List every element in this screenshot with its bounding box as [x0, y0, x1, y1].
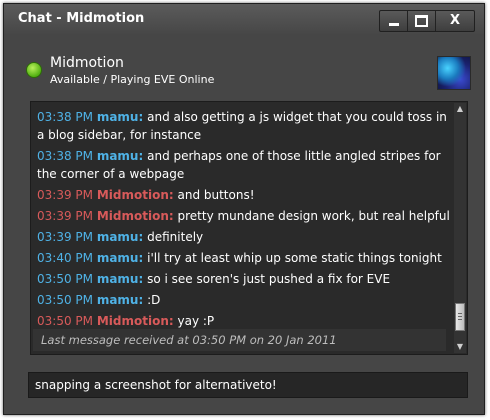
message-sender: mamu: [96, 272, 144, 286]
message-sender: mamu: [96, 251, 144, 265]
message-time: 03:50 PM [37, 314, 93, 328]
avatar[interactable] [437, 56, 471, 90]
online-status-icon [26, 62, 42, 78]
message-text: pretty mundane design work, but real hel… [177, 209, 450, 223]
message-time: 03:50 PM [37, 293, 93, 307]
message-text: yay :P [177, 314, 215, 328]
grip-line [458, 319, 462, 320]
chat-message: 03:39 PM mamu: definitely [37, 228, 453, 246]
chat-history[interactable]: 03:38 PM mamu: and also getting a js wid… [30, 101, 468, 355]
message-input[interactable]: snapping a screenshot for alternativeto! [28, 372, 468, 398]
scroll-down-icon[interactable]: ▼ [454, 341, 466, 353]
last-message-note: Last message received at 03:50 PM on 20 … [33, 329, 446, 351]
close-icon: X [449, 13, 461, 28]
minimize-icon [388, 23, 399, 26]
message-time: 03:38 PM [37, 149, 93, 163]
message-time: 03:39 PM [37, 230, 93, 244]
grip-line [458, 316, 462, 317]
message-sender: mamu: [96, 293, 144, 307]
chat-message: 03:50 PM mamu: :D [37, 291, 453, 309]
message-sender: Midmotion: [96, 188, 174, 202]
scroll-up-icon[interactable]: ▲ [454, 103, 466, 115]
message-text: :D [147, 293, 161, 307]
window-controls: X [379, 10, 475, 32]
message-sender: Midmotion: [96, 314, 174, 328]
chat-window: Chat - Midmotion X Midmotion Available /… [3, 3, 485, 415]
chat-message: 03:40 PM mamu: i'll try at least whip up… [37, 249, 453, 267]
message-list: 03:38 PM mamu: and also getting a js wid… [37, 108, 453, 333]
message-sender: mamu: [96, 230, 144, 244]
contact-status: Available / Playing EVE Online [50, 73, 215, 86]
chat-message: 03:50 PM Midmotion: yay :P [37, 312, 453, 330]
message-text: so i see soren's just pushed a fix for E… [147, 272, 391, 286]
window-title: Chat - Midmotion [18, 11, 145, 26]
chat-message: 03:50 PM mamu: so i see soren's just pus… [37, 270, 453, 288]
message-sender: mamu: [96, 110, 144, 124]
message-time: 03:38 PM [37, 110, 93, 124]
scroll-thumb[interactable] [455, 303, 465, 331]
message-time: 03:50 PM [37, 272, 93, 286]
message-text: and buttons! [177, 188, 255, 202]
chat-message: 03:39 PM Midmotion: pretty mundane desig… [37, 207, 453, 225]
message-sender: Midmotion: [96, 209, 174, 223]
maximize-button[interactable] [408, 11, 436, 31]
chat-message: 03:38 PM mamu: and also getting a js wid… [37, 108, 453, 144]
contact-name: Midmotion [50, 55, 124, 71]
message-text: i'll try at least whip up some static th… [147, 251, 442, 265]
close-button[interactable]: X [436, 11, 474, 31]
message-time: 03:39 PM [37, 209, 93, 223]
grip-line [458, 313, 462, 314]
minimize-button[interactable] [380, 11, 408, 31]
maximize-icon [415, 15, 428, 27]
message-sender: mamu: [96, 149, 144, 163]
message-time: 03:39 PM [37, 188, 93, 202]
title-bar[interactable]: Chat - Midmotion X [4, 4, 484, 34]
chat-scrollbar[interactable]: ▲ ▼ [454, 103, 466, 353]
chat-message: 03:38 PM mamu: and perhaps one of those … [37, 147, 453, 183]
message-text: definitely [147, 230, 204, 244]
message-time: 03:40 PM [37, 251, 93, 265]
chat-message: 03:39 PM Midmotion: and buttons! [37, 186, 453, 204]
